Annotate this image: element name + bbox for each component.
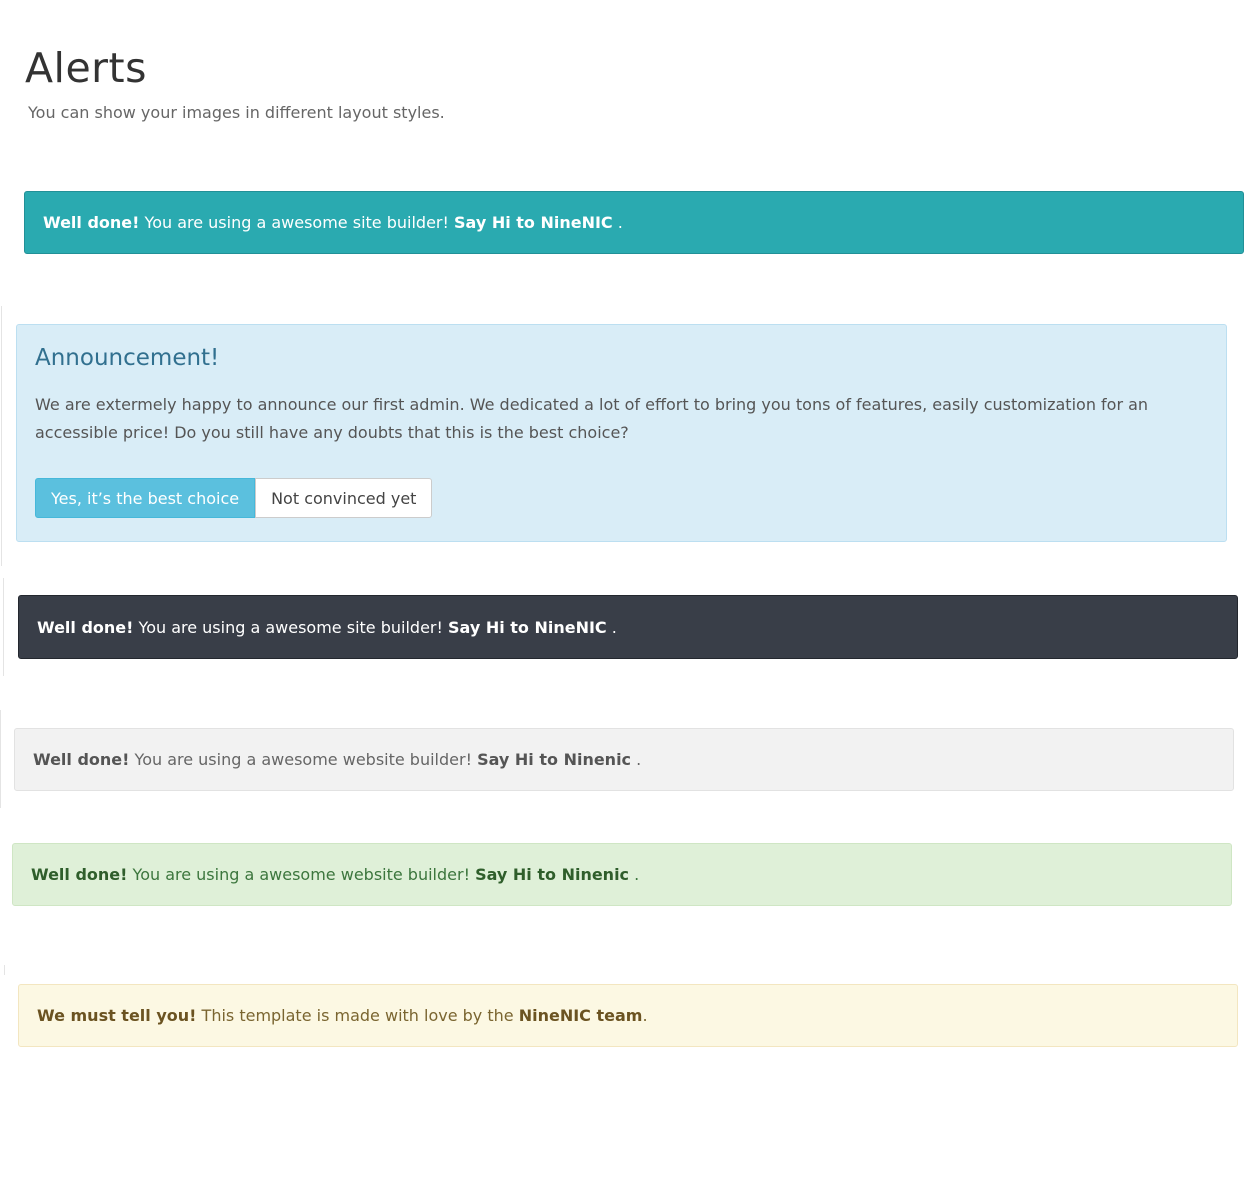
alert-dark: Well done! You are using a awesome site … — [18, 595, 1238, 659]
alert-message: Well done! You are using a awesome websi… — [31, 865, 639, 884]
alert-strong-link: Say Hi to Ninenic — [475, 865, 630, 884]
alert-message: Well done! You are using a awesome site … — [37, 618, 617, 637]
best-choice-button[interactable]: Yes, it’s the best choice — [35, 478, 256, 518]
alert-strong: Well done! — [43, 213, 140, 232]
alert-strong-link: Say Hi to NineNIC — [447, 617, 607, 637]
announcement-body: We are extermely happy to announce our f… — [35, 395, 1149, 442]
alert-tail: . — [631, 750, 642, 769]
alert-message: Well done! You are using a awesome websi… — [33, 750, 641, 769]
alert-strong: Well done! — [33, 750, 130, 769]
divider — [3, 578, 4, 676]
alert-message: Well done! You are using a awesome site … — [43, 213, 623, 232]
divider — [0, 710, 1, 808]
not-convinced-button[interactable]: Not convinced yet — [255, 478, 433, 518]
alert-strong: Well done! — [31, 865, 128, 884]
alert-strong: Well done! — [37, 617, 134, 637]
alert-tail: . — [629, 865, 640, 884]
alert-strong: We must tell you! — [37, 1006, 197, 1025]
announcement-title: Announcement! — [35, 345, 220, 371]
alert-text: You are using a awesome site builder! — [133, 617, 448, 637]
page-subtitle: You can show your images in different la… — [28, 103, 445, 122]
alert-text: You are using a awesome website builder! — [129, 750, 478, 769]
alert-strong-link: NineNIC team — [518, 1006, 643, 1025]
alert-tail: . — [642, 1006, 648, 1025]
alert-message: We must tell you! This template is made … — [37, 1006, 648, 1025]
divider — [4, 965, 5, 975]
alert-strong-link: Say Hi to NineNIC — [453, 213, 613, 232]
alert-tail: . — [612, 213, 623, 232]
divider — [1, 306, 2, 566]
alert-text: This template is made with love by the — [196, 1006, 519, 1025]
alert-warning: We must tell you! This template is made … — [18, 984, 1238, 1047]
alert-text: You are using a awesome site builder! — [139, 213, 454, 232]
alert-text: You are using a awesome website builder! — [127, 865, 476, 884]
alert-success: Well done! You are using a awesome websi… — [12, 843, 1232, 906]
alert-strong-link: Say Hi to Ninenic — [477, 750, 632, 769]
alert-teal: Well done! You are using a awesome site … — [24, 191, 1244, 254]
page-title: Alerts — [25, 44, 147, 92]
alert-tail: . — [606, 617, 617, 637]
announcement-button-group: Yes, it’s the best choice Not convinced … — [35, 478, 433, 518]
announcement-alert: Announcement! We are extermely happy to … — [16, 324, 1227, 542]
alert-light: Well done! You are using a awesome websi… — [14, 728, 1234, 791]
